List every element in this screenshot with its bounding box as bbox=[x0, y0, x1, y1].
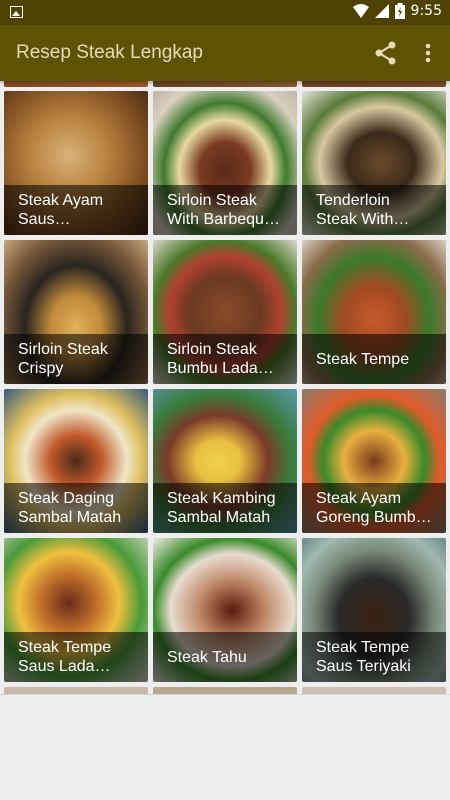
recipe-title-line2: Goreng Bumb… bbox=[316, 509, 432, 526]
recipe-tile[interactable]: Steak Ayam Goreng Bumb… bbox=[302, 389, 446, 533]
recipe-tile[interactable]: Steak Kambing Sambal Matah bbox=[153, 389, 297, 533]
recipe-tile-partial[interactable] bbox=[153, 687, 297, 694]
recipe-tile-partial[interactable] bbox=[153, 81, 297, 87]
recipe-caption: Steak Tempe bbox=[302, 334, 446, 384]
recipe-title-line1: Steak Ayam bbox=[316, 490, 402, 507]
share-button[interactable] bbox=[372, 39, 400, 67]
recipe-caption: Steak Tempe Saus Teriyaki bbox=[302, 632, 446, 682]
recipe-tile[interactable]: Steak Ayam Saus… bbox=[4, 91, 148, 235]
recipe-caption: Steak Tempe Saus Lada… bbox=[4, 632, 148, 682]
recipe-tile[interactable]: Steak Tempe bbox=[302, 240, 446, 384]
recipe-caption: Tenderloin Steak With… bbox=[302, 185, 446, 235]
recipe-caption: Sirloin Steak With Barbequ… bbox=[153, 185, 297, 235]
recipe-caption: Steak Ayam Saus… bbox=[4, 185, 148, 235]
recipe-tile-partial[interactable] bbox=[302, 687, 446, 694]
recipe-tile[interactable]: Sirloin Steak Bumbu Lada… bbox=[153, 240, 297, 384]
recipe-tile-partial[interactable] bbox=[4, 81, 148, 87]
recipe-title-line2: Sambal Matah bbox=[18, 509, 122, 526]
recipe-tile[interactable]: Sirloin Steak Crispy bbox=[4, 240, 148, 384]
status-time: 9:55 bbox=[410, 3, 442, 19]
more-vert-icon bbox=[425, 43, 431, 63]
recipe-caption: Steak Daging Sambal Matah bbox=[4, 483, 148, 533]
recipe-caption: Steak Kambing Sambal Matah bbox=[153, 483, 297, 533]
recipe-tile[interactable]: Steak Tahu bbox=[153, 538, 297, 682]
recipe-tile[interactable]: Steak Daging Sambal Matah bbox=[4, 389, 148, 533]
recipe-title-line1: Sirloin Steak bbox=[18, 341, 108, 358]
recipe-title-line1: Steak Tempe bbox=[18, 639, 112, 656]
empty-footer-area bbox=[0, 694, 450, 800]
recipe-title-line2: Crispy bbox=[18, 360, 64, 377]
recipe-tile[interactable]: Steak Tempe Saus Lada… bbox=[4, 538, 148, 682]
recipe-title-line1: Tenderloin bbox=[316, 192, 390, 209]
more-options-button[interactable] bbox=[416, 39, 440, 67]
recipe-title-line2: Saus Lada… bbox=[18, 658, 111, 675]
recipe-title-line1: Steak Tempe bbox=[316, 350, 410, 368]
recipe-tile-partial[interactable] bbox=[302, 81, 446, 87]
recipe-title-line1: Sirloin Steak bbox=[167, 341, 257, 358]
recipe-title-line1: Steak Kambing bbox=[167, 490, 276, 507]
recipe-caption: Sirloin Steak Bumbu Lada… bbox=[153, 334, 297, 384]
wifi-icon bbox=[352, 4, 369, 18]
recipe-title-line2: Saus Teriyaki bbox=[316, 658, 411, 675]
recipe-title-line1: Steak Tempe bbox=[316, 639, 410, 656]
recipe-grid[interactable]: Steak Ayam Saus… Sirloin Steak With Barb… bbox=[0, 81, 450, 694]
recipe-title-line1: Sirloin Steak bbox=[167, 192, 257, 209]
recipe-tile[interactable]: Sirloin Steak With Barbequ… bbox=[153, 91, 297, 235]
app-bar: Resep Steak Lengkap bbox=[0, 25, 450, 81]
signal-icon bbox=[374, 4, 389, 18]
recipe-title-line1: Steak Ayam bbox=[18, 192, 104, 209]
recipe-title-line2: With Barbequ… bbox=[167, 211, 280, 228]
share-icon bbox=[375, 41, 396, 65]
recipe-title-line2: Sambal Matah bbox=[167, 509, 271, 526]
recipe-title-line1: Steak Daging bbox=[18, 490, 115, 507]
image-notification-icon bbox=[10, 6, 23, 18]
recipe-caption: Steak Tahu bbox=[153, 632, 297, 682]
recipe-tile[interactable]: Tenderloin Steak With… bbox=[302, 91, 446, 235]
recipe-tile[interactable]: Steak Tempe Saus Teriyaki bbox=[302, 538, 446, 682]
recipe-title-line2: Bumbu Lada… bbox=[167, 360, 274, 377]
recipe-caption: Steak Ayam Goreng Bumb… bbox=[302, 483, 446, 533]
app-title: Resep Steak Lengkap bbox=[16, 42, 203, 63]
recipe-title-line2: Steak With… bbox=[316, 211, 410, 228]
recipe-title-line1: Steak Tahu bbox=[167, 648, 247, 666]
recipe-tile-partial[interactable] bbox=[4, 687, 148, 694]
recipe-title-line2: Saus… bbox=[18, 211, 71, 228]
status-bar: 9:55 bbox=[0, 0, 450, 25]
recipe-caption: Sirloin Steak Crispy bbox=[4, 334, 148, 384]
battery-icon bbox=[394, 3, 405, 19]
